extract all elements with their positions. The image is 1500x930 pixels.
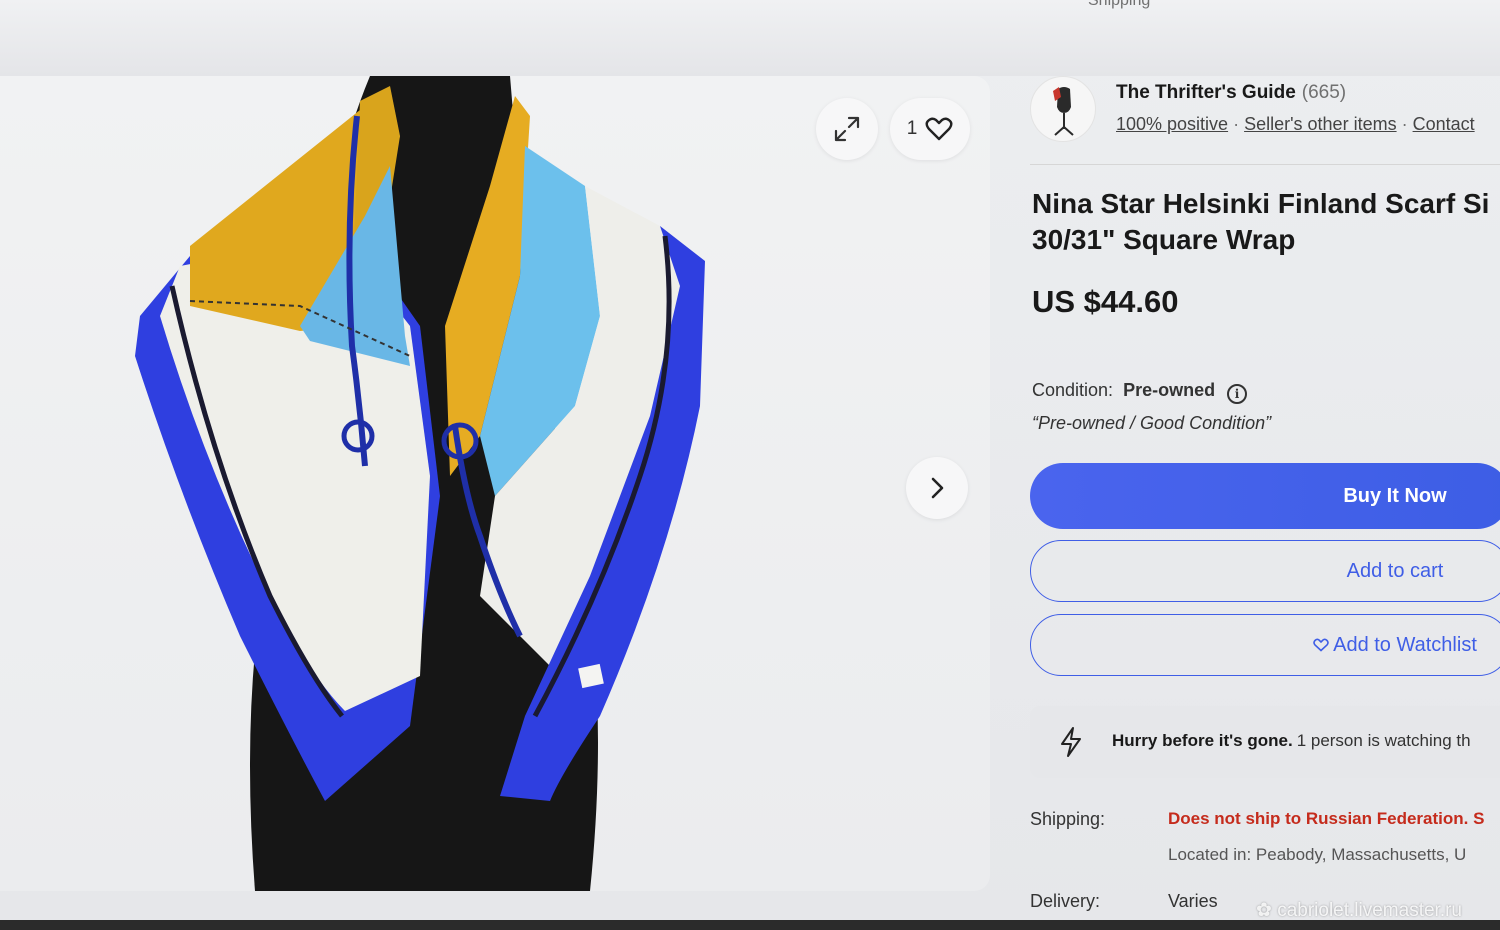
urgency-rest: 1 person is watching th [1296, 731, 1471, 750]
add-to-watchlist-button[interactable]: Add to Watchlist [1030, 614, 1500, 676]
seller-card: The Thrifter's Guide (665) 100% positive ·… [1030, 76, 1500, 166]
shipping-label: Shipping: [1030, 809, 1106, 829]
add-to-watchlist-label: Add to Watchlist [1333, 634, 1477, 656]
watermark-text: cabriolet.livemaster.ru [1277, 900, 1462, 921]
buy-it-now-label: Buy It Now [1343, 485, 1447, 507]
urgency-text: Hurry before it's gone. 1 person is watch… [1112, 731, 1471, 751]
dress-form-icon [1053, 87, 1074, 136]
chevron-right-icon [931, 477, 944, 499]
expand-icon [834, 116, 860, 142]
item-price: US $44.60 [1032, 284, 1179, 319]
item-location: Located in: Peabody, Massachusetts, U [1168, 845, 1467, 864]
condition-description: “Pre-owned / Good Condition” [1032, 413, 1272, 433]
seller-links: 100% positive · Seller's other items · Conta… [1116, 114, 1475, 135]
seller-name-text[interactable]: The Thrifter's Guide [1116, 82, 1296, 103]
lightning-icon [1061, 727, 1081, 757]
item-title: Nina Star Helsinki Finland Scarf Si 30/3… [1032, 186, 1500, 258]
separator-dot: · [1233, 114, 1240, 134]
buy-it-now-button[interactable]: Buy It Now [1030, 463, 1500, 529]
divider [1030, 164, 1500, 165]
add-to-cart-label: Add to cart [1346, 560, 1444, 582]
positive-feedback-link[interactable]: 100% positive [1116, 114, 1228, 134]
shipping-fragment: Shipping [1088, 0, 1151, 9]
product-image[interactable] [120, 76, 720, 891]
heart-outline-icon [1313, 638, 1329, 652]
seller-name[interactable]: The Thrifter's Guide (665) [1116, 82, 1346, 104]
shipping-warning: Does not ship to Russian Federation. S [1168, 809, 1485, 828]
condition-row: Condition: Pre-owned i [1032, 380, 1248, 404]
add-to-watchlist-content: Add to Watchlist [1313, 634, 1477, 656]
urgency-banner: Hurry before it's gone. 1 person is watch… [1030, 706, 1500, 778]
image-gallery: 1 [0, 76, 990, 891]
seller-feedback-count: (665) [1301, 82, 1347, 103]
item-title-line-2: 30/31" Square Wrap [1032, 224, 1296, 255]
delivery-value: Varies [1168, 891, 1218, 911]
seller-avatar[interactable] [1030, 76, 1096, 142]
contact-seller-link[interactable]: Contact [1413, 114, 1475, 134]
expand-button[interactable] [816, 98, 878, 160]
next-image-button[interactable] [906, 457, 968, 519]
top-strip: Shipping [0, 0, 1500, 76]
watermark-flower-icon: ✿ [1256, 900, 1278, 921]
separator-dot: · [1401, 114, 1408, 134]
condition-value: Pre-owned [1123, 380, 1216, 400]
watch-count: 1 [906, 118, 918, 139]
info-icon[interactable]: i [1227, 384, 1248, 404]
condition-label: Condition: [1032, 380, 1114, 400]
watch-count-button[interactable]: 1 [890, 98, 970, 160]
item-title-line-1: Nina Star Helsinki Finland Scarf Si [1032, 188, 1490, 219]
urgency-strong: Hurry before it's gone. [1112, 731, 1293, 750]
watermark: ✿ cabriolet.livemaster.ru [1256, 899, 1462, 922]
item-info-panel: The Thrifter's Guide (665) 100% positive ·… [1030, 76, 1500, 930]
seller-other-items-link[interactable]: Seller's other items [1244, 114, 1397, 134]
delivery-label: Delivery: [1030, 891, 1101, 911]
add-to-cart-button[interactable]: Add to cart [1030, 540, 1500, 602]
page: Shipping 1 The Thrifter's Guide (665) 10… [0, 0, 1500, 930]
heart-icon [925, 117, 953, 141]
